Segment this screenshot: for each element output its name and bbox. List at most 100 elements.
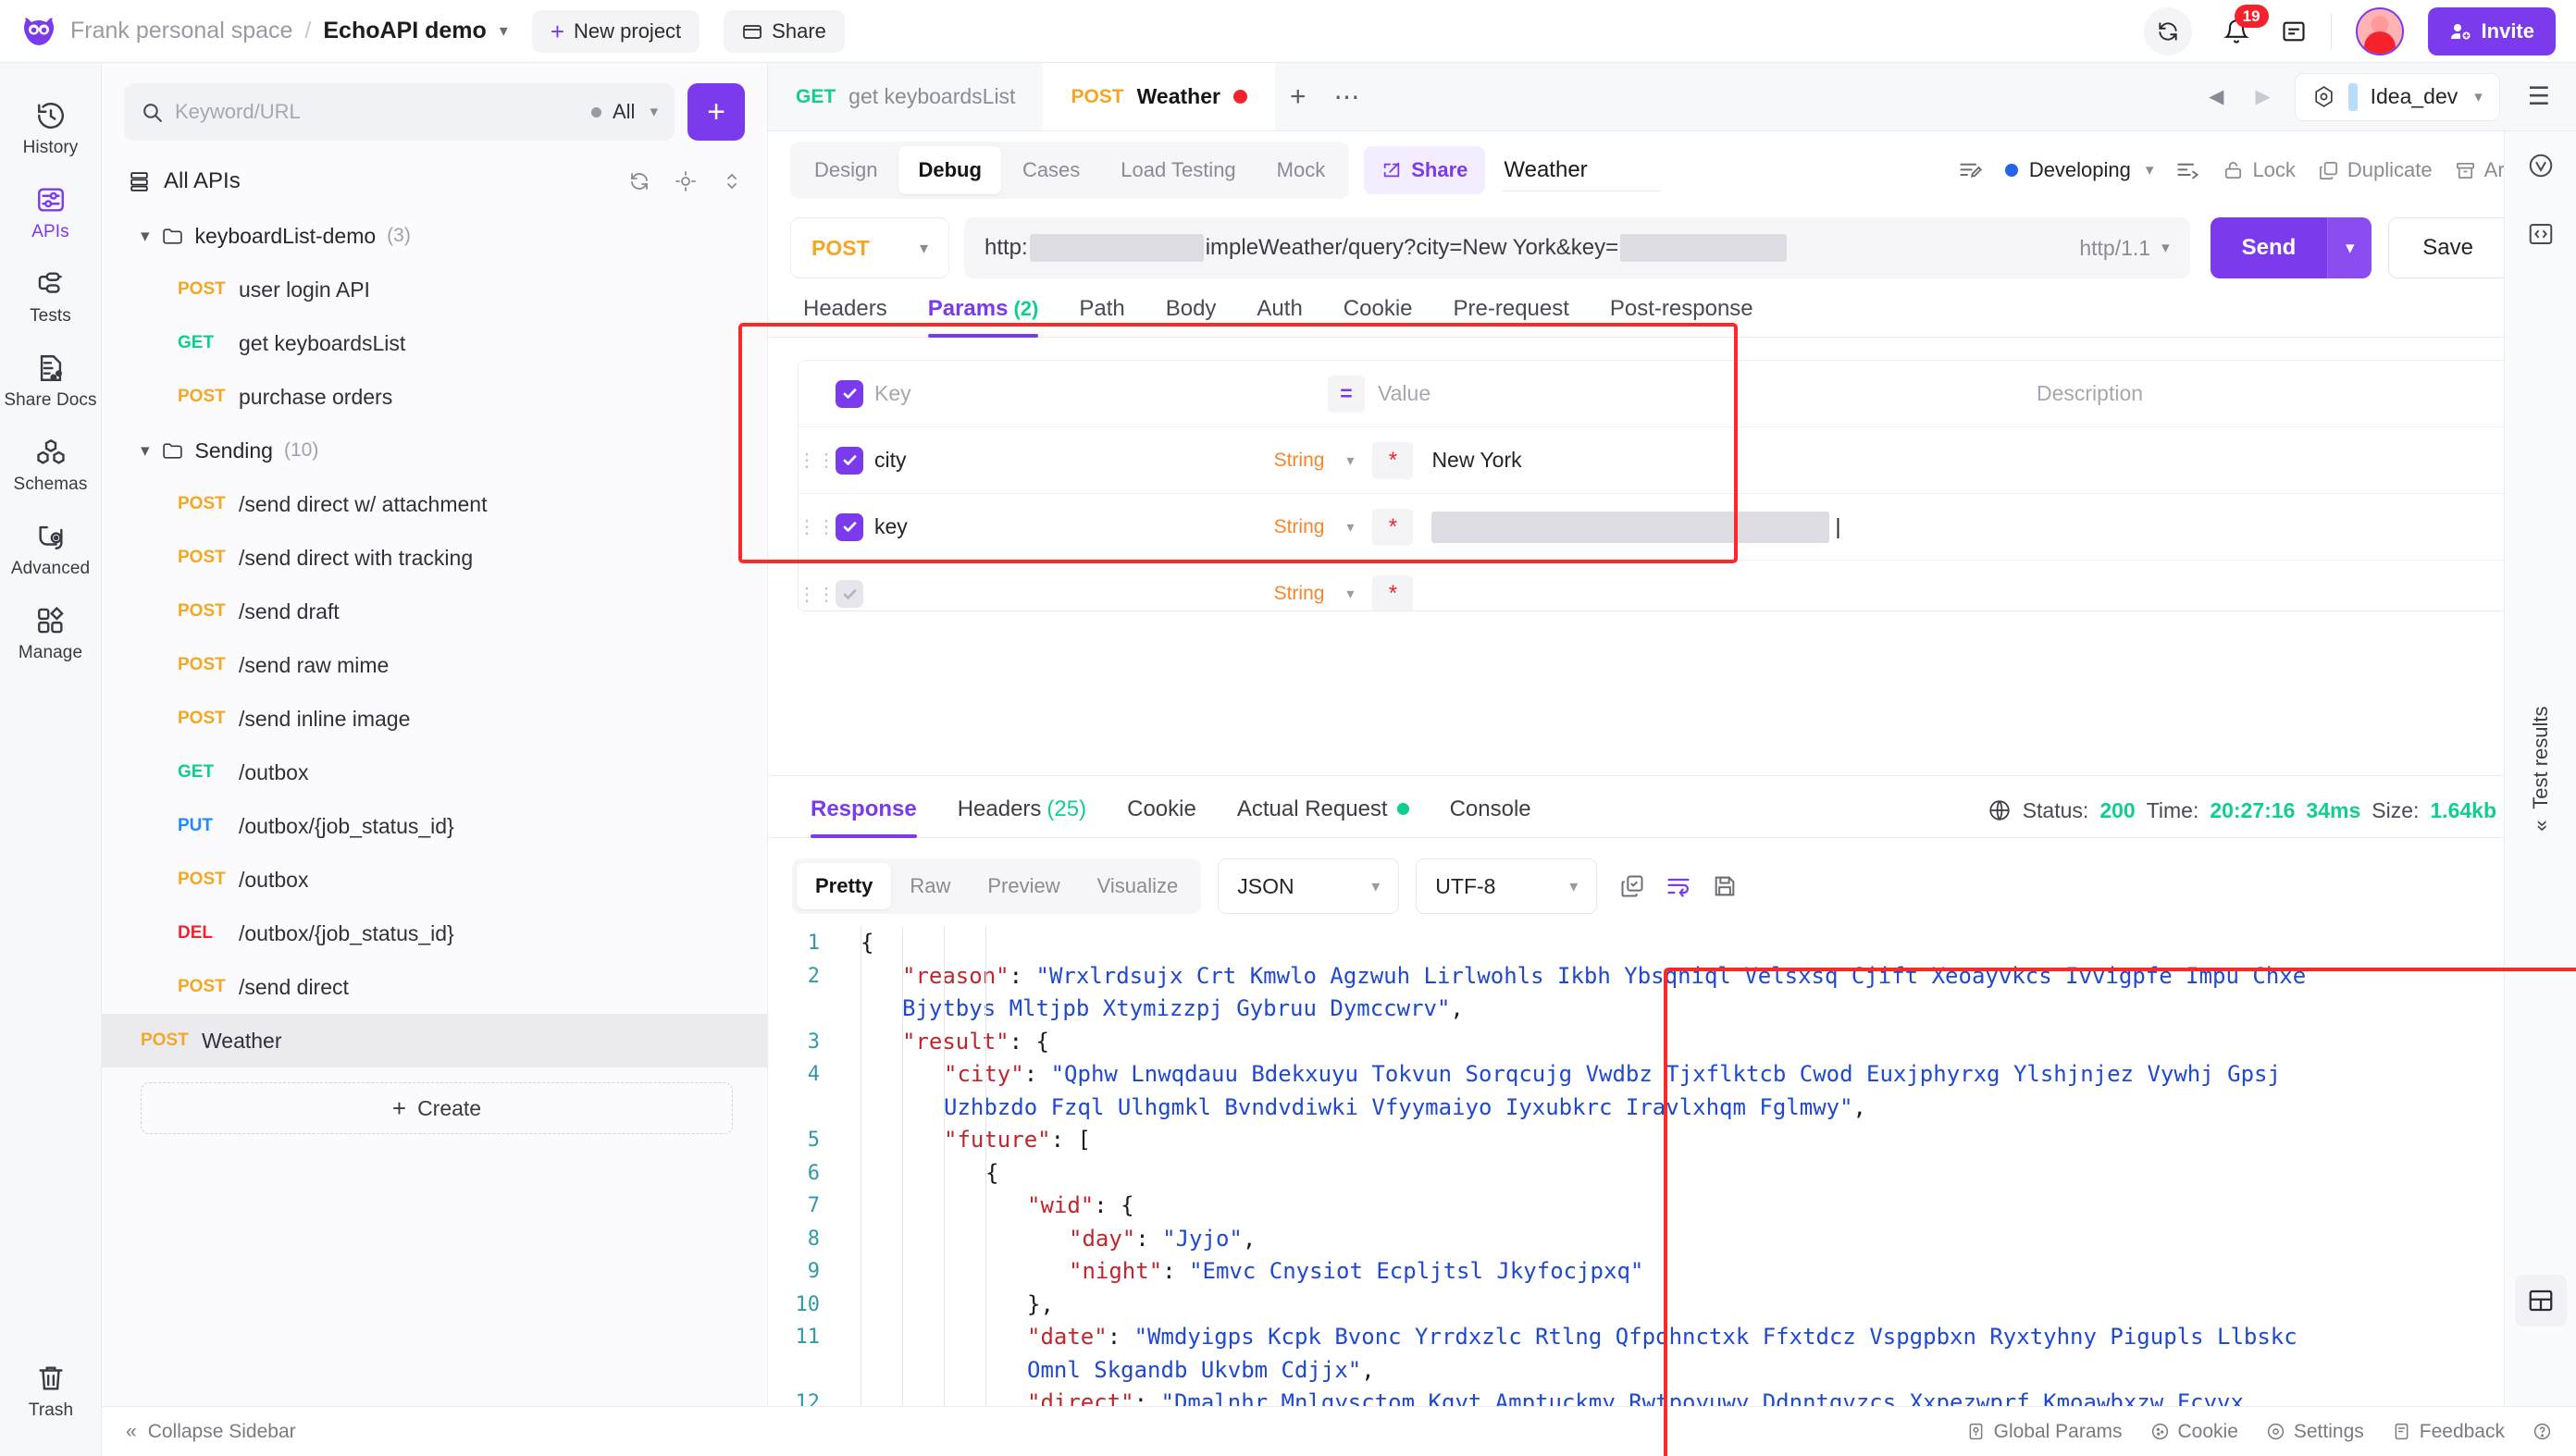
tab-load-testing[interactable]: Load Testing bbox=[1101, 146, 1255, 194]
nav-forward-icon[interactable]: ▶ bbox=[2248, 85, 2277, 108]
help-button[interactable] bbox=[2533, 1422, 2552, 1441]
collapse-sidebar-button[interactable]: « Collapse Sidebar bbox=[126, 1421, 296, 1443]
url-input[interactable]: http: impleWeather/query?city=New York&k… bbox=[964, 234, 2059, 262]
tab-post-response[interactable]: Post-response bbox=[1590, 296, 1774, 337]
tab-console[interactable]: Console bbox=[1430, 796, 1552, 837]
expand-collapse-icon[interactable] bbox=[721, 170, 743, 192]
tab-auth[interactable]: Auth bbox=[1236, 296, 1322, 337]
api-row[interactable]: POST /outbox bbox=[102, 853, 767, 907]
layout-toggle-button[interactable] bbox=[2515, 1275, 2567, 1326]
refresh-icon[interactable] bbox=[628, 170, 650, 192]
share-api-button[interactable]: Share bbox=[1364, 146, 1486, 194]
tab-path[interactable]: Path bbox=[1059, 296, 1145, 337]
tab-response-headers[interactable]: Headers (25) bbox=[937, 796, 1107, 837]
chevron-down-icon[interactable]: ▾ bbox=[500, 21, 508, 41]
param-type[interactable]: String bbox=[1274, 450, 1325, 472]
tab-preview[interactable]: Preview bbox=[969, 863, 1078, 909]
api-row[interactable]: POST user login API bbox=[102, 263, 767, 316]
new-tab-button[interactable]: + bbox=[1275, 63, 1321, 130]
drag-handle[interactable]: ⋮⋮ bbox=[799, 583, 836, 606]
tab-debug[interactable]: Debug bbox=[898, 146, 1001, 194]
row-checkbox[interactable] bbox=[836, 512, 863, 541]
tab-cases[interactable]: Cases bbox=[1003, 146, 1099, 194]
tab-weather[interactable]: POST Weather bbox=[1043, 63, 1275, 130]
all-apis-row[interactable]: All APIs bbox=[102, 146, 767, 209]
tab-body[interactable]: Body bbox=[1146, 296, 1237, 337]
cookie-button[interactable]: Cookie bbox=[2150, 1421, 2238, 1443]
code-snippet-icon[interactable] bbox=[2505, 200, 2576, 268]
row-checkbox[interactable] bbox=[836, 580, 863, 608]
notifications-button[interactable]: 19 bbox=[2216, 4, 2269, 52]
status-selector[interactable]: Developing ▾ bbox=[2004, 158, 2153, 182]
api-row[interactable]: POST purchase orders bbox=[102, 370, 767, 424]
tab-get-keyboardslist[interactable]: GET get keyboardsList bbox=[768, 63, 1043, 130]
edit-note-icon[interactable] bbox=[1958, 158, 1983, 183]
chevron-down-icon[interactable]: ▾ bbox=[1333, 518, 1367, 537]
docs-panel-button[interactable] bbox=[2281, 19, 2307, 44]
chevron-down-icon[interactable]: ▾ bbox=[650, 103, 658, 121]
api-row[interactable]: POST /send direct w/ attachment bbox=[102, 477, 767, 531]
tab-visualize[interactable]: Visualize bbox=[1079, 863, 1197, 909]
rail-item-advanced[interactable]: Advanced bbox=[0, 508, 102, 592]
rail-item-trash[interactable]: Trash bbox=[0, 1363, 102, 1421]
folder-row[interactable]: ▾ keyboardList-demo (3) bbox=[102, 209, 767, 263]
drag-handle[interactable]: ⋮⋮ bbox=[799, 449, 836, 472]
param-type[interactable]: String bbox=[1274, 516, 1325, 538]
tab-headers[interactable]: Headers bbox=[790, 296, 908, 337]
param-value-cell[interactable]: New York bbox=[1418, 448, 2066, 473]
table-row[interactable]: ⋮⋮ key String ▾ * | bbox=[799, 494, 2545, 561]
project-name[interactable]: EchoAPI demo bbox=[323, 18, 486, 44]
lock-button[interactable]: Lock bbox=[2223, 158, 2296, 182]
api-row[interactable]: DEL /outbox/{job_status_id} bbox=[102, 907, 767, 960]
tab-more-button[interactable]: ⋯ bbox=[1321, 63, 1374, 130]
url-input-wrapper[interactable]: http: impleWeather/query?city=New York&k… bbox=[964, 217, 2190, 278]
settings-button[interactable]: Settings bbox=[2266, 1421, 2364, 1443]
sort-icon[interactable] bbox=[2175, 158, 2200, 183]
create-button[interactable]: + Create bbox=[141, 1082, 733, 1134]
feedback-button[interactable]: Feedback bbox=[2392, 1421, 2505, 1443]
chevron-down-icon[interactable]: ▾ bbox=[1333, 451, 1367, 470]
locate-icon[interactable] bbox=[675, 170, 697, 192]
param-required-marker[interactable]: * bbox=[1372, 508, 1414, 546]
tab-response[interactable]: Response bbox=[790, 796, 937, 838]
param-value-cell[interactable]: | bbox=[1418, 511, 2066, 543]
tab-params[interactable]: Params (2) bbox=[908, 296, 1059, 338]
drag-handle[interactable]: ⋮⋮ bbox=[799, 515, 836, 538]
copy-icon[interactable] bbox=[1619, 873, 1645, 899]
test-results-panel-toggle[interactable]: « Test results bbox=[2529, 706, 2553, 832]
select-all-checkbox[interactable] bbox=[836, 379, 863, 408]
workspace-name[interactable]: Frank personal space bbox=[70, 18, 292, 44]
tab-cookie[interactable]: Cookie bbox=[1323, 296, 1433, 337]
response-code-viewer[interactable]: 1{2 "reason": "Wrxlrdsujx Crt Kmwlo Agzwu… bbox=[768, 927, 2576, 1456]
invite-button[interactable]: Invite bbox=[2427, 6, 2556, 56]
api-row-weather[interactable]: POST Weather bbox=[102, 1014, 767, 1067]
param-key-cell[interactable]: city bbox=[863, 448, 1274, 473]
wrap-lines-icon[interactable] bbox=[1666, 873, 1691, 899]
share-button[interactable]: Share bbox=[724, 9, 845, 53]
api-row[interactable]: POST /send direct bbox=[102, 960, 767, 1014]
chevron-down-icon[interactable]: ▾ bbox=[1333, 585, 1367, 603]
tab-pretty[interactable]: Pretty bbox=[797, 863, 892, 909]
send-options-icon[interactable]: ▾ bbox=[2327, 217, 2372, 278]
row-checkbox[interactable] bbox=[836, 446, 863, 475]
rail-item-share-docs[interactable]: Share Docs bbox=[0, 339, 102, 424]
api-row[interactable]: GET /outbox bbox=[102, 746, 767, 799]
method-selector[interactable]: POST ▾ bbox=[790, 217, 949, 278]
param-type[interactable]: String bbox=[1274, 583, 1325, 605]
api-row[interactable]: PUT /outbox/{job_status_id} bbox=[102, 799, 767, 853]
global-params-button[interactable]: Global Params bbox=[1966, 1421, 2123, 1443]
rail-item-tests[interactable]: Tests bbox=[0, 255, 102, 339]
tab-response-cookie[interactable]: Cookie bbox=[1107, 796, 1217, 837]
rail-item-manage[interactable]: Manage bbox=[0, 592, 102, 676]
add-api-button[interactable]: + bbox=[687, 83, 745, 141]
param-required-marker[interactable]: * bbox=[1372, 441, 1414, 479]
refresh-sync-button[interactable] bbox=[2143, 6, 2192, 56]
api-row[interactable]: POST /send direct with tracking bbox=[102, 531, 767, 585]
param-key-cell[interactable]: key bbox=[863, 514, 1274, 539]
table-row[interactable]: ⋮⋮ city String ▾ * New York bbox=[799, 427, 2545, 494]
environment-selector[interactable]: Idea_dev ▾ bbox=[2294, 72, 2500, 121]
api-row[interactable]: POST /send draft bbox=[102, 585, 767, 638]
api-row[interactable]: GET get keyboardsList bbox=[102, 316, 767, 370]
nav-back-icon[interactable]: ◀ bbox=[2201, 85, 2231, 108]
format-selector[interactable]: JSON ▾ bbox=[1218, 858, 1400, 914]
